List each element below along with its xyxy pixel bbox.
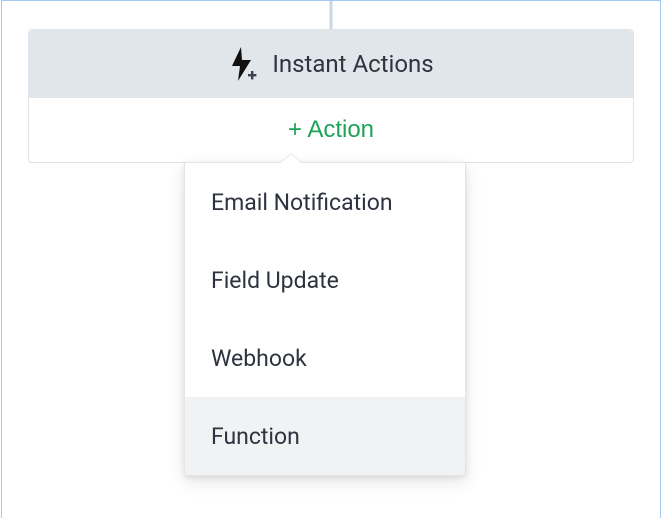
menu-item-label: Email Notification	[211, 189, 393, 216]
instant-actions-card: Instant Actions + Action Email Notificat…	[28, 29, 634, 163]
menu-item-email-notification[interactable]: Email Notification	[185, 163, 465, 241]
add-action-button[interactable]: + Action	[288, 116, 374, 144]
canvas: Instant Actions + Action Email Notificat…	[1, 0, 661, 518]
action-row: + Action Email Notification Field Update…	[29, 98, 633, 162]
menu-item-function[interactable]: Function	[185, 397, 465, 475]
dropdown-arrow	[281, 154, 301, 163]
card-title: Instant Actions	[272, 50, 433, 78]
lightning-plus-icon	[228, 45, 258, 83]
menu-item-label: Function	[211, 423, 300, 450]
action-dropdown: Email Notification Field Update Webhook …	[184, 162, 466, 476]
menu-item-label: Field Update	[211, 267, 339, 294]
menu-item-field-update[interactable]: Field Update	[185, 241, 465, 319]
card-header: Instant Actions	[29, 30, 633, 98]
menu-item-webhook[interactable]: Webhook	[185, 319, 465, 397]
menu-item-label: Webhook	[211, 345, 307, 372]
connector-line	[330, 1, 333, 29]
